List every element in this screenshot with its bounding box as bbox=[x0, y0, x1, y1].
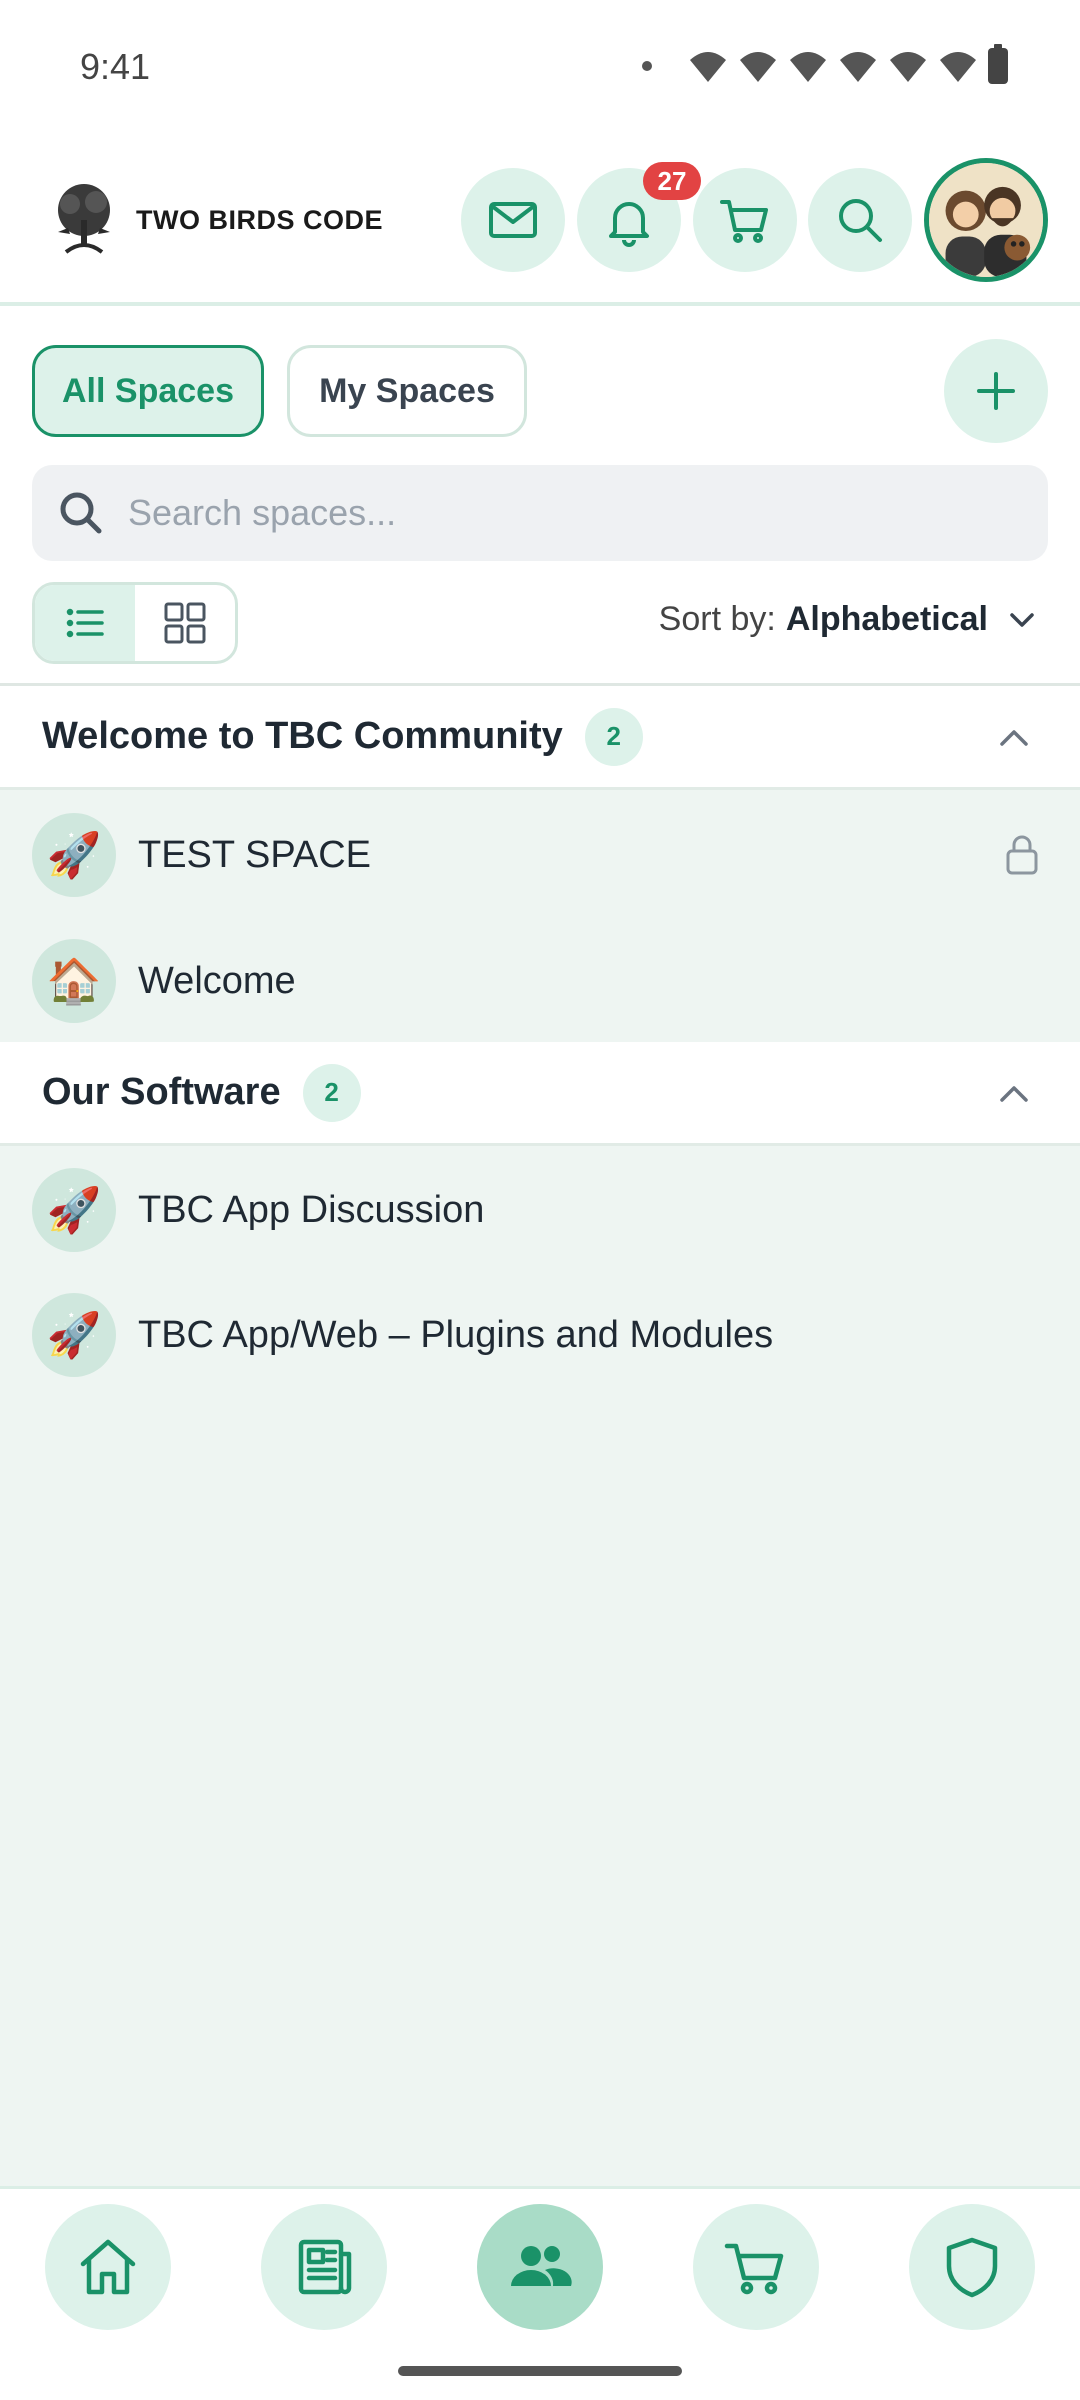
add-space-button[interactable] bbox=[944, 339, 1048, 443]
space-item-test-space[interactable]: 🚀 TEST SPACE bbox=[0, 792, 1080, 918]
status-time: 9:41 bbox=[80, 46, 151, 87]
space-item-plugins-modules[interactable]: 🚀 TBC App/Web – Plugins and Modules bbox=[0, 1272, 1080, 1398]
mail-icon bbox=[489, 202, 537, 238]
list-icon bbox=[66, 608, 104, 638]
signal-icon bbox=[790, 52, 826, 82]
group-title: Our Software bbox=[42, 1071, 281, 1113]
search-button[interactable] bbox=[808, 168, 912, 272]
rocket-icon: 🚀 bbox=[32, 1293, 116, 1377]
notifications-button[interactable]: 27 bbox=[577, 162, 701, 272]
list-view-button[interactable] bbox=[35, 585, 135, 661]
profile-avatar[interactable] bbox=[924, 158, 1048, 282]
my-spaces-tab[interactable]: My Spaces bbox=[287, 345, 527, 437]
space-name: TEST SPACE bbox=[138, 833, 371, 876]
news-icon bbox=[298, 2239, 352, 2295]
home-icon bbox=[80, 2239, 136, 2295]
battery-icon bbox=[988, 44, 1008, 84]
search-icon bbox=[839, 199, 882, 242]
chevron-down-icon bbox=[1010, 612, 1034, 627]
status-icons bbox=[642, 44, 1008, 84]
notification-dot-icon bbox=[642, 61, 652, 71]
rocket-icon: 🚀 bbox=[32, 1168, 116, 1252]
signal-icon bbox=[840, 52, 876, 82]
home-indicator[interactable] bbox=[398, 2366, 682, 2376]
nav-news-button[interactable] bbox=[261, 2204, 387, 2330]
space-name: TBC App/Web – Plugins and Modules bbox=[138, 1313, 774, 1356]
space-name: Welcome bbox=[138, 959, 296, 1002]
chevron-up-icon[interactable] bbox=[994, 718, 1034, 758]
spaces-screen: 9:41 TWO BIRDS CODE 27 All Spaces My Spa… bbox=[0, 0, 1080, 2400]
house-icon: 🏠 bbox=[32, 939, 116, 1023]
app-header: TWO BIRDS CODE 27 bbox=[0, 150, 1080, 306]
search-bar bbox=[32, 465, 1048, 561]
bell-icon bbox=[609, 202, 649, 247]
messages-button[interactable] bbox=[461, 168, 565, 272]
view-toggle bbox=[32, 582, 238, 664]
chevron-up-icon[interactable] bbox=[994, 1074, 1034, 1114]
search-input[interactable] bbox=[128, 492, 1008, 534]
space-item-tbc-app-discussion[interactable]: 🚀 TBC App Discussion bbox=[0, 1147, 1080, 1273]
notification-count-badge: 27 bbox=[643, 162, 701, 200]
community-icon bbox=[511, 2246, 572, 2286]
signal-icon bbox=[940, 52, 976, 82]
space-name: TBC App Discussion bbox=[138, 1188, 485, 1231]
search-icon bbox=[60, 492, 102, 534]
brand-logo[interactable]: TWO BIRDS CODE bbox=[46, 180, 383, 260]
all-spaces-tab[interactable]: All Spaces bbox=[32, 345, 264, 437]
grid-icon bbox=[164, 602, 206, 644]
rocket-icon: 🚀 bbox=[32, 813, 116, 897]
status-bar: 9:41 bbox=[0, 0, 1080, 140]
group-count-badge: 2 bbox=[302, 1063, 361, 1122]
shield-icon bbox=[946, 2237, 998, 2298]
lock-icon bbox=[1006, 835, 1038, 875]
cart-icon bbox=[720, 200, 768, 243]
sort-value: Alphabetical bbox=[785, 600, 988, 638]
group-header-our-software[interactable]: Our Software 2 bbox=[0, 1042, 1080, 1146]
space-item-welcome[interactable]: 🏠 Welcome bbox=[0, 918, 1080, 1044]
nav-cart-button[interactable] bbox=[693, 2204, 819, 2330]
sort-dropdown[interactable]: Sort by: Alphabetical bbox=[659, 600, 1040, 639]
group-count-badge: 2 bbox=[584, 707, 643, 766]
group-title: Welcome to TBC Community bbox=[42, 715, 563, 757]
signal-icon bbox=[740, 52, 776, 82]
wifi-icon bbox=[690, 52, 726, 82]
grid-view-button[interactable] bbox=[135, 585, 235, 661]
nav-community-button[interactable] bbox=[477, 2204, 603, 2330]
nav-home-button[interactable] bbox=[45, 2204, 171, 2330]
avatar-image bbox=[929, 163, 1043, 277]
cart-button[interactable] bbox=[693, 168, 797, 272]
signal-icon bbox=[890, 52, 926, 82]
nav-admin-button[interactable] bbox=[909, 2204, 1035, 2330]
plus-icon bbox=[977, 372, 1015, 410]
tree-logo-icon bbox=[58, 184, 110, 254]
cart-icon bbox=[724, 2243, 784, 2295]
sort-label: Sort by: bbox=[658, 600, 776, 638]
brand-name: TWO BIRDS CODE bbox=[136, 204, 383, 235]
group-header-welcome[interactable]: Welcome to TBC Community 2 bbox=[0, 686, 1080, 790]
